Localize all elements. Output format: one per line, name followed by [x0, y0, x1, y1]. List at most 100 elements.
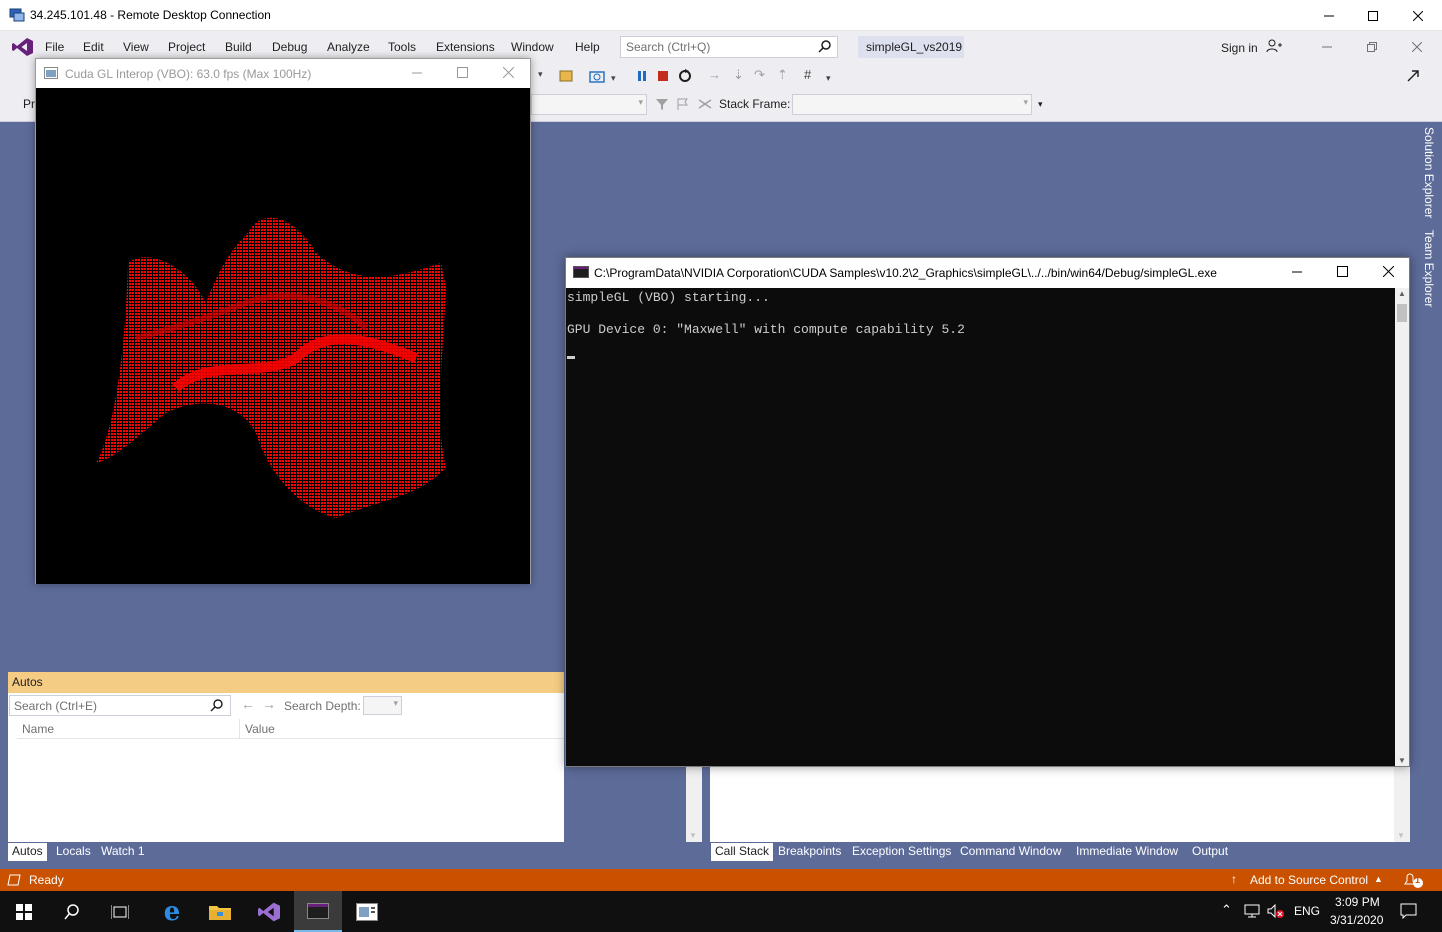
menu-build[interactable]: Build	[225, 40, 252, 54]
menu-analyze[interactable]: Analyze	[327, 40, 370, 54]
minimize-icon[interactable]	[1292, 271, 1302, 273]
menu-edit[interactable]: Edit	[83, 40, 104, 54]
solution-name-badge: simpleGL_vs2019	[858, 36, 964, 58]
start-button[interactable]	[0, 891, 48, 932]
close-icon	[1413, 10, 1423, 21]
filter-icon[interactable]	[655, 97, 669, 111]
console-window[interactable]: C:\ProgramData\NVIDIA Corporation\CUDA S…	[565, 257, 1410, 767]
tab-call-stack[interactable]: Call Stack	[711, 843, 774, 861]
menu-debug[interactable]: Debug	[272, 40, 307, 54]
console-scroll-thumb[interactable]	[1397, 304, 1407, 322]
menu-help[interactable]: Help	[575, 40, 600, 54]
maximize-icon[interactable]	[1337, 266, 1348, 277]
console-scrollbar[interactable]: ▲ ▼	[1395, 288, 1409, 766]
hex-display-icon[interactable]: #	[804, 67, 811, 82]
menu-window[interactable]: Window	[511, 40, 554, 54]
close-icon[interactable]	[503, 67, 514, 78]
vs-search-input[interactable]: Search (Ctrl+Q)	[620, 36, 838, 58]
flag-icon[interactable]	[676, 97, 690, 111]
menu-file[interactable]: File	[45, 40, 64, 54]
vs-minimize-icon[interactable]	[1322, 46, 1332, 48]
notification-count: 1	[1415, 875, 1421, 885]
rdp-minimize-button[interactable]	[1306, 0, 1352, 31]
visual-studio-logo-icon	[12, 38, 33, 56]
taskbar-visual-studio-app[interactable]	[245, 891, 293, 932]
add-to-source-control[interactable]: Add to Source Control	[1250, 873, 1368, 887]
pause-icon[interactable]	[637, 70, 647, 82]
taskbar-search-button[interactable]	[48, 891, 96, 932]
menu-extensions[interactable]: Extensions	[436, 40, 495, 54]
tab-immediate-window[interactable]: Immediate Window	[1072, 843, 1182, 861]
stop-icon[interactable]	[658, 71, 668, 81]
vs-close-icon[interactable]	[1412, 42, 1422, 52]
tab-output[interactable]: Output	[1188, 843, 1232, 861]
show-hidden-icons-icon[interactable]: ⌃	[1221, 902, 1232, 918]
cuda-gl-window[interactable]: Cuda GL Interop (VBO): 63.0 fps (Max 100…	[35, 58, 531, 584]
tab-autos[interactable]: Autos	[8, 843, 47, 861]
team-explorer-tab[interactable]: Team Explorer	[1422, 230, 1436, 307]
gl-render-canvas[interactable]	[36, 88, 530, 584]
account-icon[interactable]	[1266, 39, 1282, 53]
process-icon[interactable]	[558, 69, 574, 83]
column-name[interactable]: Name	[22, 722, 54, 736]
vs-search-placeholder: Search (Ctrl+Q)	[626, 40, 711, 54]
call-stack-scrollbar[interactable]: ▼	[1394, 767, 1410, 842]
network-icon[interactable]	[1244, 904, 1262, 918]
restart-icon[interactable]	[678, 69, 692, 83]
rdp-maximize-button[interactable]	[1350, 0, 1396, 31]
tab-breakpoints[interactable]: Breakpoints	[774, 843, 845, 861]
dropdown-arrow-icon[interactable]: ▾	[826, 73, 831, 84]
volume-muted-icon[interactable]	[1267, 904, 1285, 918]
rdp-title-bar[interactable]: 34.245.101.48 - Remote Desktop Connectio…	[0, 0, 1442, 31]
show-next-statement-icon[interactable]: →	[708, 67, 721, 82]
search-depth-dropdown[interactable]: ▾	[363, 696, 402, 715]
dropdown-arrow-icon[interactable]: ▾	[611, 73, 616, 84]
vs-restore-icon[interactable]	[1367, 42, 1377, 52]
gl-window-title-bar[interactable]: Cuda GL Interop (VBO): 63.0 fps (Max 100…	[36, 59, 530, 88]
tab-watch-1[interactable]: Watch 1	[97, 843, 149, 861]
toolbar-overflow-icon[interactable]: ▾	[1038, 99, 1043, 110]
clock-time[interactable]: 3:09 PM	[1335, 895, 1380, 909]
close-icon[interactable]	[1383, 266, 1394, 277]
column-divider[interactable]	[239, 719, 240, 738]
autos-search-input[interactable]: Search (Ctrl+E)	[9, 695, 231, 716]
solution-explorer-tab[interactable]: Solution Explorer	[1422, 127, 1436, 218]
tab-locals[interactable]: Locals	[52, 843, 95, 861]
thread-dropdown[interactable]: ▾	[531, 94, 647, 115]
taskbar-gl-app[interactable]	[343, 891, 391, 932]
clock-date[interactable]: 3/31/2020	[1330, 913, 1383, 927]
live-share-icon[interactable]	[1406, 69, 1420, 83]
camera-icon[interactable]	[589, 69, 605, 83]
sine-wave-mesh	[96, 217, 446, 518]
step-over-icon[interactable]: ↷	[754, 67, 765, 83]
arrow-up-icon: ↑	[1231, 872, 1237, 886]
menu-view[interactable]: View	[123, 40, 149, 54]
maximize-icon[interactable]	[457, 67, 468, 78]
chevron-up-icon[interactable]: ▲	[1374, 874, 1383, 884]
taskbar-console-app[interactable]	[294, 891, 342, 932]
minimize-icon[interactable]	[412, 72, 422, 74]
action-center-icon[interactable]	[1400, 903, 1417, 919]
dropdown-arrow-icon[interactable]: ▾	[538, 69, 543, 80]
stack-frame-dropdown[interactable]: ▾	[792, 94, 1032, 115]
taskbar-edge-app[interactable]: e	[148, 891, 196, 932]
menu-tools[interactable]: Tools	[388, 40, 416, 54]
task-view-icon	[111, 904, 129, 919]
console-output[interactable]: simpleGL (VBO) starting... GPU Device 0: …	[566, 288, 1395, 766]
tab-exception-settings[interactable]: Exception Settings	[848, 843, 955, 861]
notification-bell-icon[interactable]	[1403, 872, 1425, 888]
rdp-close-button[interactable]	[1395, 0, 1441, 31]
step-out-icon[interactable]: ⇡	[777, 67, 788, 83]
task-view-button[interactable]	[96, 891, 144, 932]
menu-project[interactable]: Project	[168, 40, 205, 54]
column-value[interactable]: Value	[245, 722, 275, 736]
input-language[interactable]: ENG	[1294, 904, 1320, 918]
search-forward-icon[interactable]: →	[262, 696, 276, 712]
step-into-icon[interactable]: ⇣	[733, 67, 744, 83]
tab-command-window[interactable]: Command Window	[956, 843, 1065, 861]
search-back-icon[interactable]: ←	[241, 696, 255, 712]
console-title-bar[interactable]: C:\ProgramData\NVIDIA Corporation\CUDA S…	[566, 258, 1409, 288]
sign-in-link[interactable]: Sign in	[1221, 41, 1258, 55]
maximize-icon	[1368, 10, 1378, 21]
taskbar-file-explorer-app[interactable]	[196, 891, 244, 932]
